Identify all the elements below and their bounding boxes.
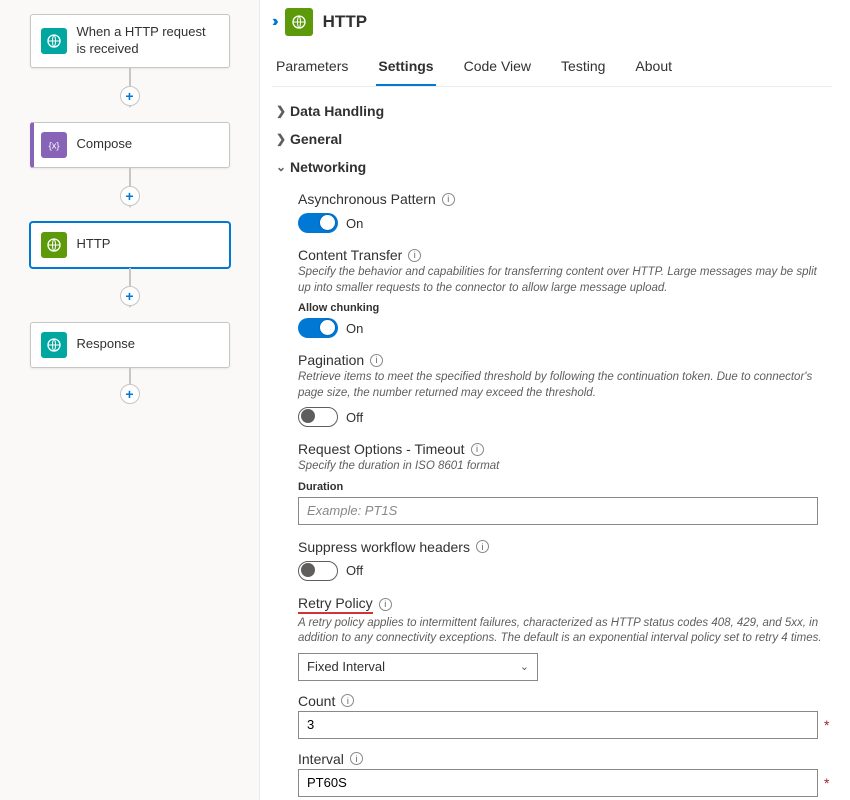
select-value: Fixed Interval — [307, 659, 385, 674]
globe-icon — [41, 332, 67, 358]
node-response[interactable]: Response — [30, 322, 230, 368]
section-label: General — [290, 131, 342, 147]
add-step-button[interactable]: + — [120, 286, 140, 306]
info-icon[interactable]: i — [379, 598, 392, 611]
action-settings-panel: ›› HTTP Parameters Settings Code View Te… — [260, 0, 850, 800]
setting-async-pattern: Asynchronous Pattern i On — [298, 191, 832, 233]
tab-parameters[interactable]: Parameters — [274, 50, 350, 86]
setting-suppress-headers: Suppress workflow headers i Off — [298, 539, 832, 581]
setting-description: A retry policy applies to intermittent f… — [298, 616, 832, 647]
panel-title: HTTP — [323, 12, 367, 32]
panel-tabs: Parameters Settings Code View Testing Ab… — [272, 50, 832, 87]
setting-title-text: Suppress workflow headers — [298, 539, 470, 555]
retry-count-input[interactable] — [298, 711, 818, 739]
globe-icon — [285, 8, 313, 36]
allow-chunking-label: Allow chunking — [298, 302, 832, 314]
svg-text:{x}: {x} — [48, 140, 59, 150]
setting-description: Specify the duration in ISO 8601 format — [298, 459, 832, 475]
collapse-panel-icon[interactable]: ›› — [272, 13, 275, 31]
section-data-handling[interactable]: ❯ Data Handling — [272, 97, 832, 125]
tab-settings[interactable]: Settings — [376, 50, 435, 86]
required-indicator: * — [824, 717, 829, 733]
node-trigger-http-request[interactable]: When a HTTP request is received — [30, 14, 230, 68]
setting-content-transfer: Content Transfer i Specify the behavior … — [298, 247, 832, 338]
setting-title-text: Pagination — [298, 352, 364, 368]
section-networking[interactable]: ⌄ Networking — [272, 153, 832, 181]
setting-retry-policy: Retry Policy i A retry policy applies to… — [298, 595, 832, 797]
interval-label: Interval — [298, 751, 344, 767]
add-step-button[interactable]: + — [120, 384, 140, 404]
setting-title-text: Asynchronous Pattern — [298, 191, 436, 207]
setting-title-text: Retry Policy — [298, 595, 373, 614]
toggle-state-label: Off — [346, 410, 363, 425]
node-http[interactable]: HTTP — [30, 222, 230, 268]
async-pattern-toggle[interactable] — [298, 213, 338, 233]
info-icon[interactable]: i — [471, 443, 484, 456]
chevron-right-icon: ❯ — [272, 132, 290, 146]
duration-label: Duration — [298, 481, 832, 493]
add-step-button[interactable]: + — [120, 86, 140, 106]
chevron-down-icon: ⌄ — [272, 160, 290, 174]
tab-about[interactable]: About — [633, 50, 674, 86]
pagination-toggle[interactable] — [298, 407, 338, 427]
tab-testing[interactable]: Testing — [559, 50, 607, 86]
braces-icon: {x} — [41, 132, 67, 158]
globe-icon — [41, 232, 67, 258]
required-indicator: * — [824, 775, 829, 791]
toggle-state-label: On — [346, 321, 363, 336]
suppress-headers-toggle[interactable] — [298, 561, 338, 581]
tab-code-view[interactable]: Code View — [462, 50, 533, 86]
setting-description: Specify the behavior and capabilities fo… — [298, 265, 832, 296]
setting-title-text: Request Options - Timeout — [298, 441, 465, 457]
info-icon[interactable]: i — [408, 249, 421, 262]
setting-request-timeout: Request Options - Timeout i Specify the … — [298, 441, 832, 525]
node-compose[interactable]: {x} Compose — [30, 122, 230, 168]
toggle-state-label: Off — [346, 563, 363, 578]
info-icon[interactable]: i — [370, 354, 383, 367]
setting-description: Retrieve items to meet the specified thr… — [298, 370, 832, 401]
info-icon[interactable]: i — [476, 540, 489, 553]
section-general[interactable]: ❯ General — [272, 125, 832, 153]
info-icon[interactable]: i — [350, 752, 363, 765]
section-label: Data Handling — [290, 103, 384, 119]
count-label: Count — [298, 693, 335, 709]
workflow-canvas: When a HTTP request is received + {x} Co… — [0, 0, 260, 800]
chevron-right-icon: ❯ — [272, 104, 290, 118]
add-step-button[interactable]: + — [120, 186, 140, 206]
toggle-state-label: On — [346, 216, 363, 231]
setting-title-text: Content Transfer — [298, 247, 402, 263]
node-label: When a HTTP request is received — [77, 24, 219, 58]
section-label: Networking — [290, 159, 366, 175]
info-icon[interactable]: i — [442, 193, 455, 206]
allow-chunking-toggle[interactable] — [298, 318, 338, 338]
duration-input[interactable] — [298, 497, 818, 525]
node-label: HTTP — [77, 236, 111, 253]
node-label: Compose — [77, 136, 133, 153]
node-label: Response — [77, 336, 136, 353]
info-icon[interactable]: i — [341, 694, 354, 707]
retry-policy-select[interactable]: Fixed Interval ⌄ — [298, 653, 538, 681]
chevron-down-icon: ⌄ — [520, 660, 529, 673]
globe-icon — [41, 28, 67, 54]
setting-pagination: Pagination i Retrieve items to meet the … — [298, 352, 832, 427]
retry-interval-input[interactable] — [298, 769, 818, 797]
